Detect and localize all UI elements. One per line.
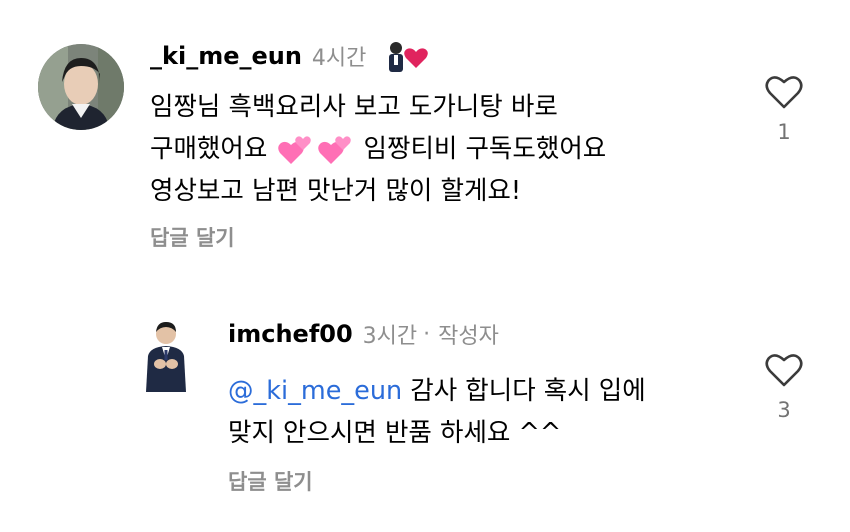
comment-line: 영상보고 남편 맛난거 많이 할게요! (150, 176, 522, 206)
comment-header: _ki_me_eun 4시간 (150, 40, 430, 72)
avatar[interactable] (38, 44, 124, 130)
mention-link[interactable]: @_ki_me_eun (228, 376, 402, 406)
comment-line-text: 감사 합니다 혹시 입에 (410, 376, 646, 406)
avatar[interactable] (140, 320, 192, 392)
like-column: 1 (754, 74, 814, 144)
username[interactable]: _ki_me_eun (150, 42, 302, 70)
separator-dot: · (423, 321, 431, 347)
comment-header: imchef00 3시간 · 작성자 (228, 316, 499, 352)
avatar-photo (38, 44, 124, 130)
avatar-photo (146, 322, 186, 392)
comment-line: 맞지 안으시면 반품 하세요 ^^ (228, 418, 562, 448)
reply-button[interactable]: 답글 달기 (150, 222, 235, 252)
heart-outline-icon[interactable] (764, 352, 804, 388)
comment-line-text: 임짱티비 구독도했어요 (363, 134, 607, 164)
comment-text: 임짱님 흑백요리사 보고 도가니탕 바로 구매했어요 임짱티비 구독도했어요 영… (150, 86, 606, 212)
comment-text: @_ki_me_eun 감사 합니다 혹시 입에 맞지 안으시면 반품 하세요 … (228, 370, 646, 454)
timestamp[interactable]: 4시간 (312, 40, 366, 72)
like-column: 3 (754, 352, 814, 422)
comment-line: 구매했어요 임짱티비 구독도했어요 (150, 128, 606, 170)
username[interactable]: imchef00 (228, 320, 353, 348)
comment-line: 임짱님 흑백요리사 보고 도가니탕 바로 (150, 92, 558, 122)
like-count: 3 (777, 398, 791, 422)
like-count: 1 (777, 120, 791, 144)
heart-outline-icon[interactable] (764, 74, 804, 110)
comment-line: @_ki_me_eun 감사 합니다 혹시 입에 (228, 370, 646, 412)
reply-button[interactable]: 답글 달기 (228, 466, 313, 496)
two-hearts-emoji (277, 134, 313, 166)
creator-heart-icon (382, 38, 430, 74)
two-hearts-emoji (317, 134, 353, 166)
comment-line-text: 구매했어요 (150, 134, 268, 164)
author-label: 작성자 (438, 324, 499, 349)
timestamp[interactable]: 3시간 (363, 318, 417, 350)
